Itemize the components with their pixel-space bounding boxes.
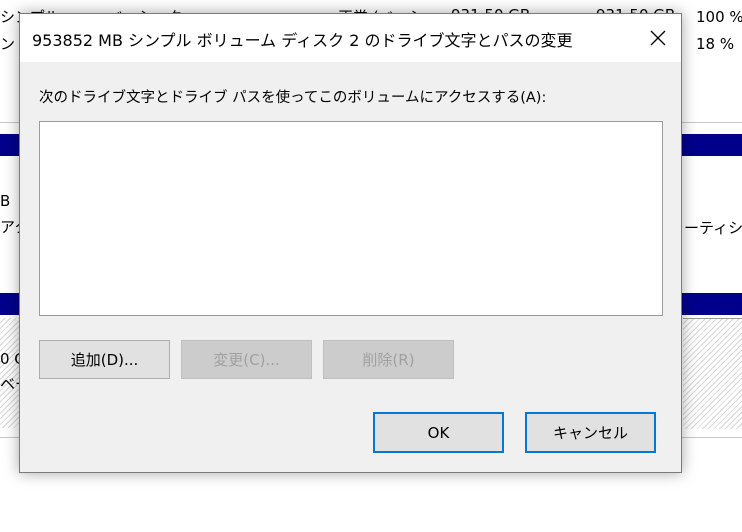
cancel-button[interactable]: キャンセル: [525, 412, 656, 453]
bg-disk-label-1: B: [0, 192, 11, 210]
dialog-titlebar[interactable]: 953852 MB シンプル ボリューム ディスク 2 のドライブ文字とパスの変…: [20, 14, 681, 62]
bg-volume-percent-1: 100 %: [696, 8, 742, 26]
close-button[interactable]: [635, 14, 681, 62]
add-button[interactable]: 追加(D)...: [39, 340, 170, 379]
change-drive-letter-dialog: 953852 MB シンプル ボリューム ディスク 2 のドライブ文字とパスの変…: [19, 13, 682, 473]
drive-path-list[interactable]: [39, 121, 663, 316]
ok-button[interactable]: OK: [373, 412, 504, 453]
bg-volume-percent-2: 18 %: [696, 35, 735, 53]
bg-volume-name-2: ン: [0, 35, 16, 53]
remove-button[interactable]: 削除(R): [323, 340, 454, 379]
change-button[interactable]: 変更(C)...: [181, 340, 312, 379]
close-icon: [650, 30, 666, 46]
dialog-title: 953852 MB シンプル ボリューム ディスク 2 のドライブ文字とパスの変…: [32, 31, 573, 50]
instruction-label: 次のドライブ文字とドライブ パスを使ってこのボリュームにアクセスする(A):: [39, 90, 547, 106]
bg-partition-label: ーティショ: [684, 219, 742, 237]
bg-hatch-right: [683, 318, 742, 429]
